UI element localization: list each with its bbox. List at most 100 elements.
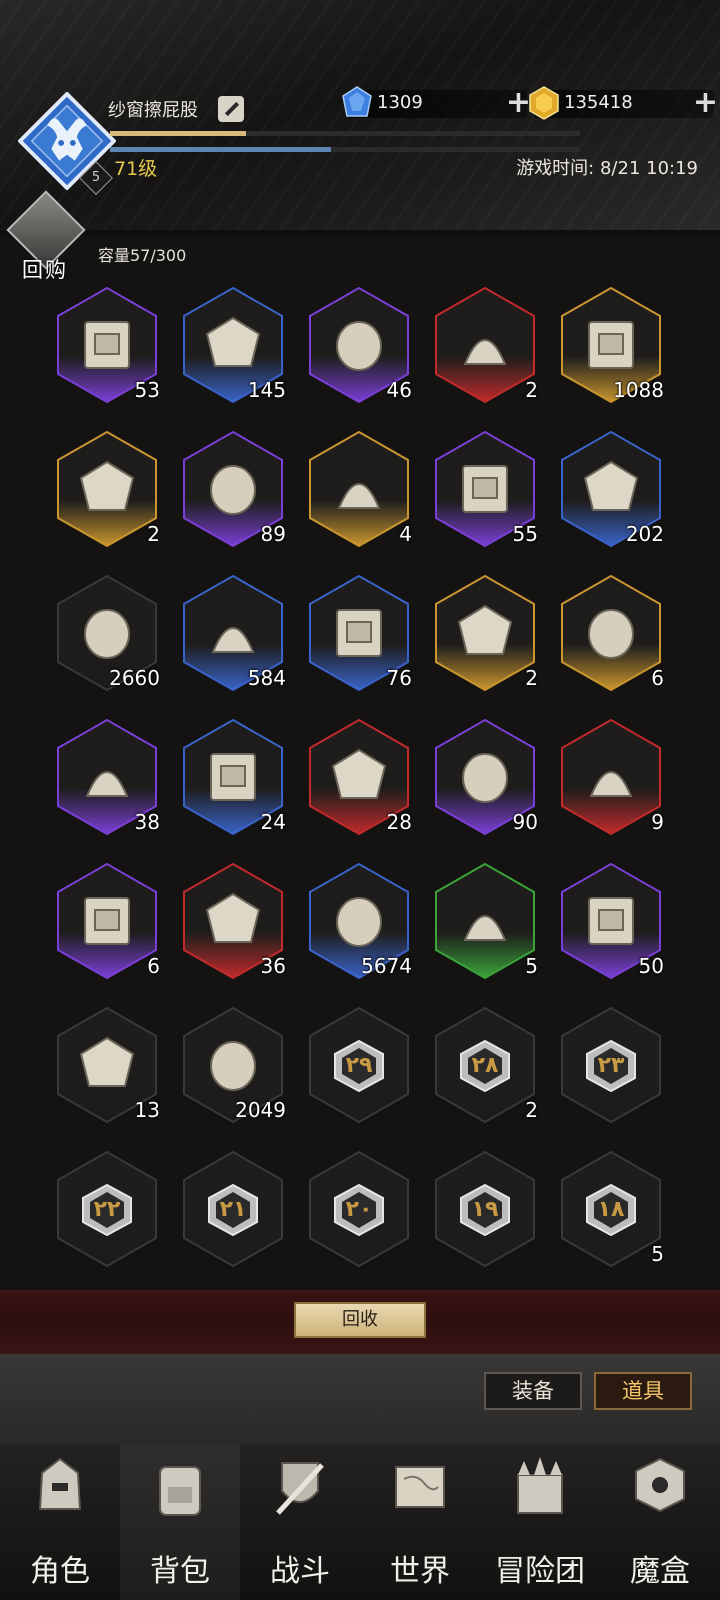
item-count: 2	[147, 522, 160, 546]
player-header: 5 纱窗擦屁股 71级 游戏时间: 8/21 10:19 1309 + 1354…	[0, 0, 720, 230]
bag-item-slot[interactable]: 53	[52, 286, 162, 410]
item-count: 55	[512, 522, 538, 546]
recycle-button[interactable]: 回收	[294, 1302, 426, 1338]
bag-item-slot[interactable]: 145	[178, 286, 288, 410]
bag-capacity: 容量57/300	[98, 246, 187, 265]
tab-items[interactable]: 道具	[594, 1372, 692, 1410]
nav-label: 战斗	[270, 1554, 330, 1589]
bag-item-slot[interactable]: 13	[52, 1006, 162, 1130]
item-count: 5	[525, 954, 538, 978]
bag-item-slot[interactable]: 2	[430, 286, 540, 410]
nav-item[interactable]: 角色	[0, 1444, 120, 1600]
nav-label: 世界	[390, 1554, 450, 1589]
magic-box-icon	[635, 1457, 685, 1513]
bag-item-slot[interactable]: 1088	[556, 286, 666, 410]
bag-item-slot[interactable]: 36	[178, 862, 288, 986]
edit-name-icon[interactable]	[218, 96, 244, 122]
bag-item-slot[interactable]: 2	[52, 430, 162, 554]
bag-item-slot[interactable]: ١٩	[430, 1150, 540, 1274]
item-count: 36	[260, 954, 286, 978]
bag-item-slot[interactable]: 202	[556, 430, 666, 554]
bag-item-slot[interactable]: 55	[430, 430, 540, 554]
bag-item-slot[interactable]: 24	[178, 718, 288, 842]
item-count: 53	[134, 378, 160, 402]
rune-token-icon: ٢١	[208, 1183, 258, 1237]
void-cube-icon	[588, 897, 634, 945]
bag-item-slot[interactable]: ٢١	[178, 1150, 288, 1274]
bag-item-slot[interactable]: 5	[430, 862, 540, 986]
rune-glyph: ٢٢	[93, 1197, 121, 1222]
rune-glyph: ٢٩	[345, 1053, 373, 1078]
bag-item-slot[interactable]: 2660	[52, 574, 162, 698]
bag-item-slot[interactable]: 46	[304, 286, 414, 410]
rune-token-icon: ٢٨	[460, 1039, 510, 1093]
bag-item-slot[interactable]: 9	[556, 718, 666, 842]
gem-currency: 1309 +	[342, 86, 531, 118]
bag-item-slot[interactable]: 50	[556, 862, 666, 986]
bag-item-slot[interactable]: 38	[52, 718, 162, 842]
buyback-button[interactable]: 回购	[6, 190, 86, 282]
item-count: 24	[260, 810, 286, 834]
game-time: 游戏时间: 8/21 10:19	[516, 158, 698, 179]
item-count: 90	[512, 810, 538, 834]
bag-item-slot[interactable]: 28	[304, 718, 414, 842]
rune-token-icon: ١٨	[586, 1183, 636, 1237]
item-count: 2660	[109, 666, 160, 690]
bag-item-slot[interactable]: 4	[304, 430, 414, 554]
treasure-map-scroll-icon	[84, 321, 130, 369]
bag-item-slot[interactable]: 2049	[178, 1006, 288, 1130]
rune-token-icon: ٢٠	[334, 1183, 384, 1237]
gold-gem-icon	[529, 86, 559, 120]
gold-count: 135418	[564, 92, 633, 113]
rune-token-icon: ٢٩	[334, 1039, 384, 1093]
bag-item-slot[interactable]: 584	[178, 574, 288, 698]
cloth-scrap-icon	[84, 609, 130, 659]
exp-bar-fill	[110, 131, 247, 136]
item-count: 2	[525, 378, 538, 402]
tab-equipment[interactable]: 装备	[484, 1372, 582, 1410]
bag-item-slot[interactable]: 90	[430, 718, 540, 842]
nav-item[interactable]: 冒险团	[480, 1444, 600, 1600]
gem-count: 1309	[377, 92, 423, 113]
bag-item-slot[interactable]: ٢٩	[304, 1006, 414, 1130]
secondary-bar	[110, 147, 580, 152]
pocket-watch-icon	[336, 609, 382, 657]
item-count: 13	[134, 1098, 160, 1122]
player-name: 纱窗擦屁股	[108, 100, 198, 121]
buyback-label: 回购	[22, 258, 68, 282]
nav-item[interactable]: 背包	[120, 1444, 240, 1600]
hourglass-icon	[336, 321, 382, 371]
bag-item-slot[interactable]: ٢٣	[556, 1006, 666, 1130]
item-count: 50	[638, 954, 664, 978]
item-count: 6	[147, 954, 160, 978]
rune-token-icon: ٢٢	[82, 1183, 132, 1237]
add-gold-button[interactable]: +	[693, 88, 718, 118]
sand-pile-icon	[84, 897, 130, 945]
bag-item-slot[interactable]: ٢٨ 2	[430, 1006, 540, 1130]
sealed-scroll-icon	[462, 465, 508, 513]
nav-item[interactable]: 世界	[360, 1444, 480, 1600]
nav-item[interactable]: 战斗	[240, 1444, 360, 1600]
bag-item-slot[interactable]: ١٨ 5	[556, 1150, 666, 1274]
bottom-nav: 角色 背包 战斗 世界 冒险团 魔盒	[0, 1444, 720, 1600]
rank-badge-value: 5	[91, 170, 101, 185]
bag-item-slot[interactable]: 2	[430, 574, 540, 698]
backpack-icon	[159, 1466, 201, 1516]
nav-item[interactable]: 魔盒	[600, 1444, 720, 1600]
item-count: 2049	[235, 1098, 286, 1122]
bag-item-slot[interactable]: 6	[52, 862, 162, 986]
rune-stone-icon	[337, 483, 381, 509]
nav-label: 背包	[150, 1554, 210, 1589]
bag-item-slot[interactable]: 5674	[304, 862, 414, 986]
bag-item-slot[interactable]: ٢٢	[52, 1150, 162, 1274]
bag-item-slot[interactable]: 76	[304, 574, 414, 698]
crystal-shard-icon	[79, 460, 135, 511]
bag-item-slot[interactable]: 6	[556, 574, 666, 698]
nav-label: 冒险团	[495, 1554, 585, 1589]
gem-stone-icon	[462, 753, 508, 803]
bag-item-slot[interactable]: 89	[178, 430, 288, 554]
bag-item-slot[interactable]: ٢٠	[304, 1150, 414, 1274]
item-count: 38	[134, 810, 160, 834]
flame-spirit-icon	[463, 339, 507, 365]
rune-glyph: ٢٠	[345, 1197, 373, 1222]
